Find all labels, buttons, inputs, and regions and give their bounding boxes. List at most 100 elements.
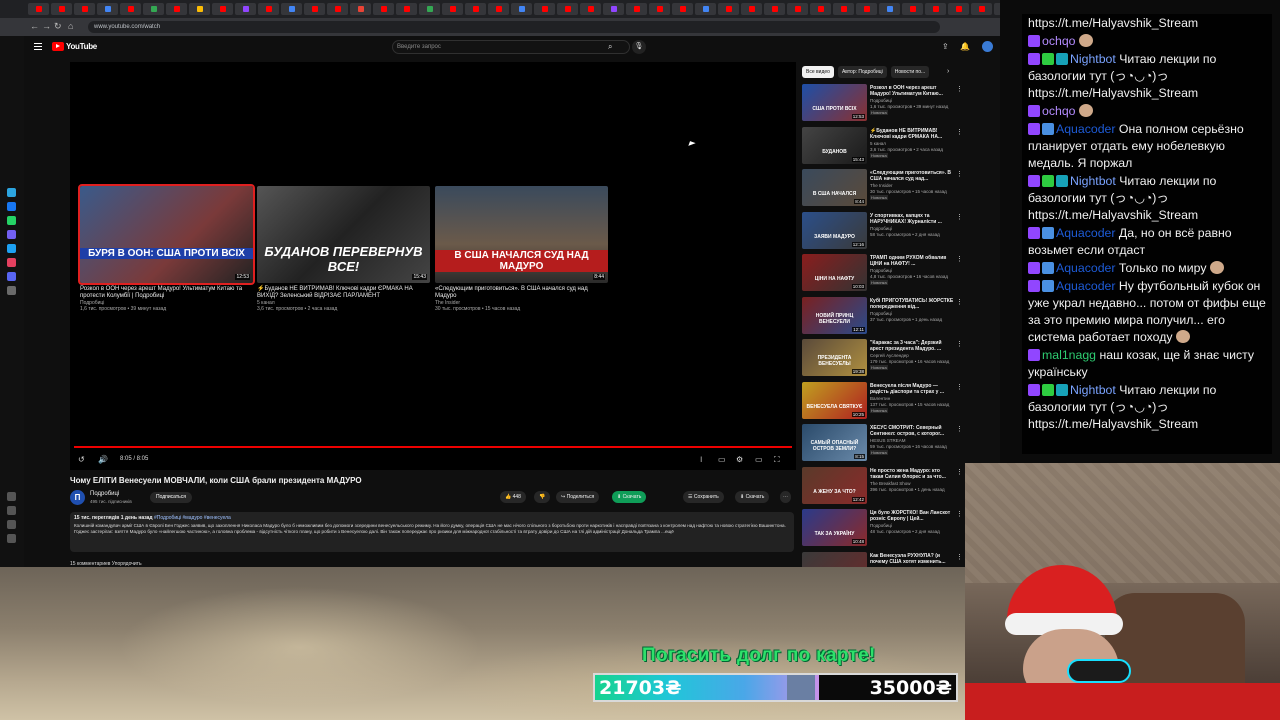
whatsapp-icon[interactable]: [7, 216, 16, 225]
endscreen-card[interactable]: В США НАЧАЛСЯ СУД НАД МАДУРО 8:44 «Следу…: [435, 186, 608, 312]
recommendation-thumbnail[interactable]: ВЕНЕСУЕЛА СВЯТКУЄ 10:25: [802, 381, 867, 419]
browser-tab[interactable]: [511, 3, 532, 15]
recommendation-channel[interactable]: Подробиці: [870, 98, 892, 103]
fullscreen-icon[interactable]: ⛶: [774, 455, 780, 465]
chat-username[interactable]: Nightbot: [1070, 174, 1116, 188]
endscreen-card[interactable]: БУДАНОВ ПЕРЕВЕРНУВ ВСЕ! 15:43 ⚡Буданов Н…: [257, 186, 430, 312]
browser-tab[interactable]: [97, 3, 118, 15]
reload-icon[interactable]: ↻: [54, 21, 62, 32]
chip-news[interactable]: Новости по...: [890, 66, 930, 78]
messenger-icon[interactable]: [7, 202, 16, 211]
chat-username[interactable]: mal1nagg: [1042, 348, 1096, 362]
recommendation-item[interactable]: ПРЕЗИДЕНТА ВЕНЕСУЕЛЫ 19:38 "Каракас за 3 ч…: [802, 339, 963, 379]
endscreen-thumbnail[interactable]: В США НАЧАЛСЯ СУД НАД МАДУРО 8:44: [435, 186, 608, 283]
recommendation-channel[interactable]: Валентин: [870, 396, 890, 401]
recommendation-channel[interactable]: Подробиці: [870, 523, 892, 528]
browser-tab[interactable]: [580, 3, 601, 15]
endscreen-thumbnail[interactable]: БУДАНОВ ПЕРЕВЕРНУВ ВСЕ! 15:43: [257, 186, 430, 283]
viber-icon[interactable]: [7, 230, 16, 239]
endscreen-card[interactable]: БУРЯ В ООН: США ПРОТИ ВСІХ 12:53 Розкол …: [78, 184, 255, 312]
recommendation-title[interactable]: Ця було ЖОРСТКО! Ван Ланскот розніс Євро…: [870, 510, 954, 522]
browser-tab[interactable]: [442, 3, 463, 15]
endscreen-title[interactable]: Розкол в ООН через арешт Мадуро! Ультима…: [80, 286, 253, 300]
subscribe-button[interactable]: Подписаться: [150, 492, 192, 503]
recommendation-title[interactable]: Розкол в ООН через арешт Мадуро! Ультима…: [870, 85, 954, 97]
chat-username[interactable]: Nightbot: [1070, 52, 1116, 66]
more-vert-icon[interactable]: ⋮: [956, 425, 963, 433]
recommendation-thumbnail[interactable]: ТАК ЗА УКРАЇНУ 10:48: [802, 509, 867, 546]
chevron-right-icon[interactable]: ›: [947, 68, 949, 75]
recommendation-channel[interactable]: Сергей Ауслендер: [870, 353, 909, 358]
browser-tab[interactable]: [143, 3, 164, 15]
subtitles-icon[interactable]: ▭: [718, 455, 726, 464]
browser-tab[interactable]: [281, 3, 302, 15]
browser-tab[interactable]: [258, 3, 279, 15]
like-button[interactable]: 👍 448: [500, 491, 526, 503]
dislike-button[interactable]: 👎: [534, 491, 551, 503]
recommendation-thumbnail[interactable]: А ЖЕНУ ЗА ЧТО? 12:42: [802, 466, 867, 504]
search-input[interactable]: Введите запрос: [392, 40, 630, 54]
browser-tab[interactable]: [695, 3, 716, 15]
browser-tab[interactable]: [787, 3, 808, 15]
more-icon[interactable]: [7, 534, 16, 543]
recommendation-title[interactable]: Кубі ПРИГОТУВАТИСЬ! ЖОРСТКЕ попередження…: [870, 298, 954, 310]
recommendation-item[interactable]: США ПРОТИ ВСІХ 12:53 Розкол в ООН через ар…: [802, 84, 963, 124]
browser-tab[interactable]: [672, 3, 693, 15]
recommendation-item[interactable]: В США НАЧАЛСЯ 8:44 «Следующим приготовитьс…: [802, 169, 963, 209]
recommendation-title[interactable]: ТРАМП одним РУХОМ обвалив ЦІНИ на НАФТУ!…: [870, 255, 954, 267]
volume-icon[interactable]: 🔊: [98, 455, 108, 464]
browser-tab[interactable]: [557, 3, 578, 15]
recommendation-channel[interactable]: The Breakfast Show: [870, 481, 911, 486]
more-vert-icon[interactable]: ⋮: [956, 213, 963, 221]
chip-all[interactable]: Все видео: [802, 66, 834, 78]
account-avatar[interactable]: [982, 41, 993, 52]
apps-icon[interactable]: [7, 286, 16, 295]
history-icon[interactable]: [7, 492, 16, 501]
recommendation-title[interactable]: «Следующим приготовиться». В США начался…: [870, 170, 954, 182]
recommendation-thumbnail[interactable]: ЗАЯВИ МАДУРО 12:16: [802, 211, 867, 249]
settings-icon[interactable]: [7, 520, 16, 529]
chat-username[interactable]: Aquacoder: [1056, 226, 1115, 240]
endscreen-title[interactable]: ⚡Буданов НЕ ВИТРИМАВ! Ключові кадри ЄРМА…: [257, 286, 430, 300]
browser-tab[interactable]: [51, 3, 72, 15]
browser-tab[interactable]: [373, 3, 394, 15]
browser-tab[interactable]: [235, 3, 256, 15]
browser-tab[interactable]: [212, 3, 233, 15]
recommendation-title[interactable]: Как Венесуэла РУХНУЛА? (и почему США хот…: [870, 553, 954, 565]
more-actions-icon[interactable]: ⋯: [780, 491, 791, 503]
menu-icon[interactable]: [34, 43, 42, 50]
more-vert-icon[interactable]: ⋮: [956, 340, 963, 348]
more-vert-icon[interactable]: ⋮: [956, 128, 963, 136]
recommendation-item[interactable]: А ЖЕНУ ЗА ЧТО? 12:42 Не просто жена Мадуро…: [802, 466, 963, 507]
download-button[interactable]: ⬇ Скачать: [612, 491, 647, 503]
back-icon[interactable]: ←: [30, 21, 39, 31]
upload-icon[interactable]: ⇪: [942, 42, 949, 51]
recommendation-thumbnail[interactable]: В США НАЧАЛСЯ 8:44: [802, 169, 867, 206]
recommendation-thumbnail[interactable]: [802, 551, 867, 567]
browser-tab[interactable]: [465, 3, 486, 15]
browser-tab[interactable]: [948, 3, 969, 15]
recommendation-item[interactable]: Как Венесуэла РУХНУЛА? (и почему США хот…: [802, 551, 963, 567]
description-box[interactable]: 15 тис. переглядів 1 день назад #Подроби…: [70, 512, 794, 552]
more-vert-icon[interactable]: ⋮: [956, 553, 963, 561]
recommendation-thumbnail[interactable]: США ПРОТИ ВСІХ 12:53: [802, 84, 867, 121]
more-vert-icon[interactable]: ⋮: [956, 170, 963, 178]
settings-gear-icon[interactable]: ⚙: [736, 455, 743, 464]
search-icon[interactable]: ⌕: [608, 42, 618, 52]
more-vert-icon[interactable]: ⋮: [956, 298, 963, 306]
save-button[interactable]: ☰ Сохранить: [683, 491, 724, 503]
recommendation-title[interactable]: "Каракас за 3 часа": Дерзкий арест прези…: [870, 340, 954, 352]
recommendation-item[interactable]: БУДАНОВ 15:43 ⚡Буданов НЕ ВИТРИМАВ! Ключов…: [802, 126, 963, 167]
recommendation-title[interactable]: ХЕСУС СМОТРИТ: Северный Сентинел: остров…: [870, 425, 954, 437]
browser-tab[interactable]: [810, 3, 831, 15]
share-button[interactable]: ↪ Поделиться: [556, 491, 600, 503]
browser-tab[interactable]: [419, 3, 440, 15]
channel-avatar[interactable]: П: [70, 490, 85, 505]
recommendation-item[interactable]: ВЕНЕСУЕЛА СВЯТКУЄ 10:25 Венесуела після Ма…: [802, 381, 963, 422]
replay-icon[interactable]: ↺: [78, 455, 85, 464]
browser-tab[interactable]: [166, 3, 187, 15]
browser-tab[interactable]: [626, 3, 647, 15]
recommendation-item[interactable]: САМЫЙ ОПАСНЫЙ ОСТРОВ ЗЕМЛИ? 8:15 ХЕСУС СМО…: [802, 424, 963, 464]
mic-icon[interactable]: 🎙: [632, 40, 646, 54]
recommendation-title[interactable]: ⚡Буданов НЕ ВИТРИМАВ! Ключові кадри ЄРМА…: [870, 128, 954, 140]
